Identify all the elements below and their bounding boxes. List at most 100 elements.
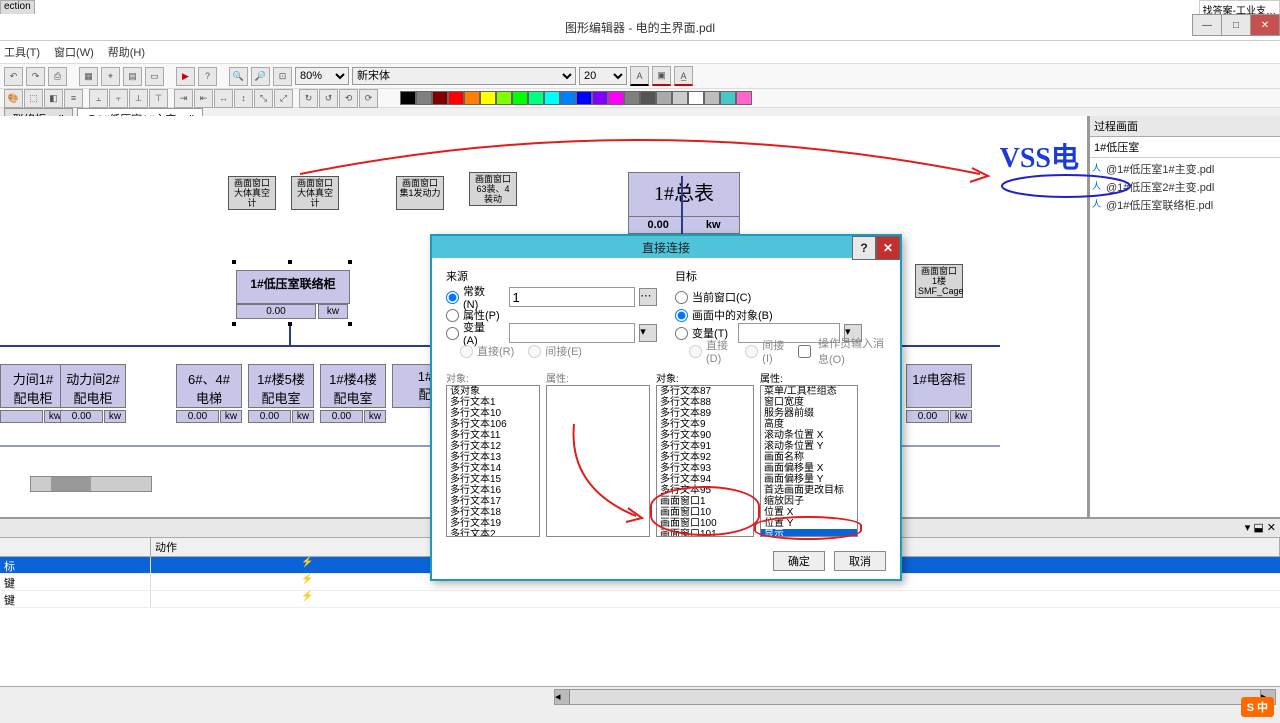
panel-pin-icon[interactable]: ▾ ⬓ ✕ bbox=[1245, 522, 1276, 534]
layout2-icon[interactable]: ▭ bbox=[145, 67, 164, 86]
grid-icon[interactable]: ▦ bbox=[79, 67, 98, 86]
list-item[interactable]: 滚动条位置 X bbox=[761, 430, 857, 441]
color-swatch[interactable] bbox=[736, 91, 752, 105]
list-item[interactable]: 多行文本10 bbox=[447, 408, 539, 419]
layout1-icon[interactable]: ▤ bbox=[123, 67, 142, 86]
al4-icon[interactable]: ⊤ bbox=[149, 89, 168, 108]
list-item[interactable]: 多行文本90 bbox=[657, 430, 753, 441]
r2-icon[interactable]: ↺ bbox=[319, 89, 338, 108]
color-swatch[interactable] bbox=[672, 91, 688, 105]
font-select[interactable]: 新宋体 bbox=[352, 67, 576, 85]
linecolor-icon[interactable]: A̲ bbox=[674, 66, 693, 86]
radio-const[interactable] bbox=[446, 291, 459, 304]
zoomout-icon[interactable]: 🔎 bbox=[251, 67, 270, 86]
tree-item[interactable]: @1#低压室2#主变.pdl bbox=[1092, 178, 1278, 196]
list-item[interactable]: 多行文本13 bbox=[447, 452, 539, 463]
d3-icon[interactable]: ↔ bbox=[214, 89, 233, 108]
list-item[interactable]: 画面偏移量 X bbox=[761, 463, 857, 474]
list-item[interactable]: 位置 Y bbox=[761, 518, 857, 529]
picture-window-box[interactable]: 画面窗口1楼SMF_Cage bbox=[915, 264, 963, 298]
color-swatch[interactable] bbox=[432, 91, 448, 105]
al3-icon[interactable]: ⟂ bbox=[129, 89, 148, 108]
list-item[interactable]: 画面窗口101 bbox=[657, 529, 753, 537]
menu-help[interactable]: 帮助(H) bbox=[108, 44, 145, 60]
color-swatch[interactable] bbox=[464, 91, 480, 105]
t3-icon[interactable]: ◧ bbox=[44, 89, 63, 108]
color-swatch[interactable] bbox=[544, 91, 560, 105]
color-swatch[interactable] bbox=[416, 91, 432, 105]
color-swatch[interactable] bbox=[688, 91, 704, 105]
event-row[interactable]: 键⚡ bbox=[0, 591, 1280, 608]
src-object-list[interactable]: 该对象多行文本1多行文本10多行文本106多行文本11多行文本12多行文本13多… bbox=[446, 385, 540, 537]
d5-icon[interactable]: ⤡ bbox=[254, 89, 273, 108]
color-swatch[interactable] bbox=[528, 91, 544, 105]
menu-tools[interactable]: 工具(T) bbox=[4, 44, 40, 60]
ok-button[interactable]: 确定 bbox=[773, 551, 825, 571]
list-item[interactable]: 首选画面更改目标 bbox=[761, 485, 857, 496]
picture-window-box[interactable]: 画面窗口大体真空计 bbox=[228, 176, 276, 210]
color-swatch[interactable] bbox=[656, 91, 672, 105]
color-swatch[interactable] bbox=[720, 91, 736, 105]
tree-item[interactable]: @1#低压室1#主变.pdl bbox=[1092, 160, 1278, 178]
tgt-object-list[interactable]: 多行文本87多行文本88多行文本89多行文本9多行文本90多行文本91多行文本9… bbox=[656, 385, 754, 537]
var-input[interactable] bbox=[509, 323, 635, 343]
close-button[interactable]: ✕ bbox=[1250, 14, 1280, 36]
list-item[interactable]: 多行文本88 bbox=[657, 397, 753, 408]
color-swatch[interactable] bbox=[448, 91, 464, 105]
d1-icon[interactable]: ⇥ bbox=[174, 89, 193, 108]
list-item[interactable]: 多行文本11 bbox=[447, 430, 539, 441]
list-item[interactable]: 画面窗口1 bbox=[657, 496, 753, 507]
radio-curwin[interactable] bbox=[675, 291, 688, 304]
list-item[interactable]: 多行文本87 bbox=[657, 386, 753, 397]
list-item[interactable]: 多行文本9 bbox=[657, 419, 753, 430]
color-swatch[interactable] bbox=[576, 91, 592, 105]
list-item[interactable]: 多行文本1 bbox=[447, 397, 539, 408]
list-item[interactable]: 多行文本95 bbox=[657, 485, 753, 496]
list-item[interactable]: 多行文本89 bbox=[657, 408, 753, 419]
t2-icon[interactable]: ⬚ bbox=[24, 89, 43, 108]
r4-icon[interactable]: ⟳ bbox=[359, 89, 378, 108]
list-item[interactable]: 缩放因子 bbox=[761, 496, 857, 507]
list-item[interactable]: 菜单/工具栏组态 bbox=[761, 386, 857, 397]
al1-icon[interactable]: ⫠ bbox=[89, 89, 108, 108]
var-picker-icon[interactable]: ▾ bbox=[639, 324, 657, 342]
link-cabinet-title[interactable]: 1#低压室联络柜 bbox=[236, 270, 350, 304]
color-swatch[interactable] bbox=[480, 91, 496, 105]
chk-opmsg[interactable] bbox=[798, 345, 811, 358]
palette-icon[interactable]: 🎨 bbox=[4, 89, 23, 108]
color-swatch[interactable] bbox=[512, 91, 528, 105]
cancel-button[interactable]: 取消 bbox=[834, 551, 886, 571]
list-item[interactable]: 画面窗口10 bbox=[657, 507, 753, 518]
picture-window-box[interactable]: 画面窗口63装、4装动 bbox=[469, 172, 517, 206]
color-swatch[interactable] bbox=[608, 91, 624, 105]
color-swatch[interactable] bbox=[592, 91, 608, 105]
tree-root[interactable]: 1#低压室 bbox=[1090, 137, 1280, 158]
d4-icon[interactable]: ↕ bbox=[234, 89, 253, 108]
textcolor-icon[interactable]: A bbox=[630, 66, 649, 86]
list-item[interactable]: 高度 bbox=[761, 419, 857, 430]
list-item[interactable]: 多行文本12 bbox=[447, 441, 539, 452]
dialog-title[interactable]: 直接连接 ? ✕ bbox=[432, 236, 900, 258]
list-item[interactable]: 多行文本94 bbox=[657, 474, 753, 485]
color-swatch[interactable] bbox=[624, 91, 640, 105]
radio-var[interactable] bbox=[446, 327, 459, 340]
d2-icon[interactable]: ⇤ bbox=[194, 89, 213, 108]
list-item[interactable]: 多行文本14 bbox=[447, 463, 539, 474]
d6-icon[interactable]: ⤢ bbox=[274, 89, 293, 108]
run-icon[interactable]: ▶ bbox=[176, 67, 195, 86]
radio-tvar[interactable] bbox=[675, 327, 688, 340]
list-item[interactable]: 画面名称 bbox=[761, 452, 857, 463]
fillcolor-icon[interactable]: ▣ bbox=[652, 66, 671, 86]
list-item[interactable]: 显示 bbox=[761, 529, 857, 537]
list-item[interactable]: 画面偏移量 Y bbox=[761, 474, 857, 485]
list-item[interactable]: 服务器前缀 bbox=[761, 408, 857, 419]
redo-icon[interactable]: ↷ bbox=[26, 67, 45, 86]
al2-icon[interactable]: ⫟ bbox=[109, 89, 128, 108]
list-item[interactable]: 窗口宽度 bbox=[761, 397, 857, 408]
tgt-attr-list[interactable]: 菜单/工具栏组态窗口宽度服务器前缀高度滚动条位置 X滚动条位置 Y画面名称画面偏… bbox=[760, 385, 858, 537]
menu-window[interactable]: 窗口(W) bbox=[54, 44, 94, 60]
list-item[interactable]: 多行文本18 bbox=[447, 507, 539, 518]
color-swatch[interactable] bbox=[640, 91, 656, 105]
list-item[interactable]: 多行文本92 bbox=[657, 452, 753, 463]
undo-icon[interactable]: ↶ bbox=[4, 67, 23, 86]
